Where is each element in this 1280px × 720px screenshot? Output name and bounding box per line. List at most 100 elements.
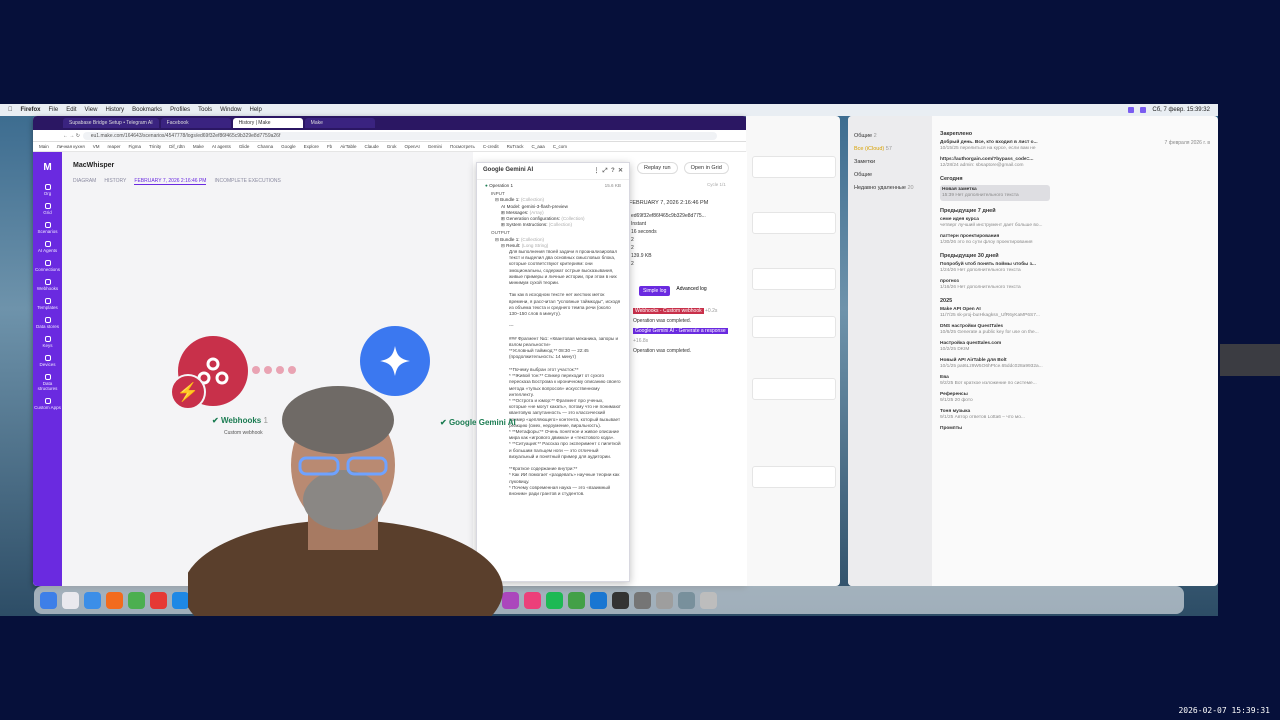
pinned-header: Закреплено: [940, 131, 973, 137]
folder-item[interactable]: Недавно удаленные 20: [854, 182, 926, 195]
bookmark-item[interactable]: Fb: [327, 144, 332, 149]
note-item[interactable]: семе идея курса четверг лучший инструмент…: [940, 217, 1050, 229]
bookmark-item[interactable]: Trinity: [149, 144, 161, 149]
bookmark-item[interactable]: Gemini: [428, 144, 442, 149]
list-item[interactable]: [752, 212, 836, 234]
browser-tab[interactable]: Make: [304, 118, 375, 128]
menu-edit[interactable]: Edit: [66, 107, 76, 113]
status-icon[interactable]: [1140, 107, 1147, 113]
replay-run-button[interactable]: Replay run: [637, 162, 678, 174]
bookmark-item[interactable]: Посмотреть: [450, 144, 475, 149]
dock-app-icon[interactable]: [106, 591, 123, 609]
list-item[interactable]: [752, 156, 836, 178]
dock-app-icon[interactable]: [700, 591, 717, 609]
note-date: 7 февраля 2026 г. в: [1164, 140, 1210, 146]
bookmark-item[interactable]: Main: [39, 144, 49, 149]
note-item[interactable]: Тоня музыка 9/1/25 Автор ответов Lotta6 –…: [940, 409, 1050, 421]
bookmark-item[interactable]: reaper: [107, 144, 120, 149]
bookmark-item[interactable]: Личная кухня: [57, 144, 85, 149]
list-item[interactable]: [752, 316, 836, 338]
note-item[interactable]: Новая заметка 15:39 Нет дополнительного т…: [940, 185, 1050, 201]
help-icon[interactable]: ?: [611, 168, 615, 174]
simple-log-button[interactable]: Simple log: [639, 286, 671, 296]
bookmark-item[interactable]: AI agents: [212, 144, 231, 149]
bookmark-item[interactable]: VM: [93, 144, 100, 149]
dock-app-icon[interactable]: [128, 591, 145, 609]
folder-item[interactable]: Общие 2: [854, 130, 926, 143]
dock-app-icon[interactable]: [546, 591, 563, 609]
menu-bookmarks[interactable]: Bookmarks: [132, 107, 162, 113]
folder-item[interactable]: Все (iCloud) 57: [854, 143, 926, 156]
note-item[interactable]: Промпты: [940, 426, 1050, 432]
bookmark-item[interactable]: AirTable: [340, 144, 356, 149]
address-input[interactable]: eu1.make.com/164643/scenarios/4547778/lo…: [82, 131, 717, 140]
menubar-app[interactable]: Firefox: [21, 107, 41, 113]
bookmark-item[interactable]: Grok: [387, 144, 397, 149]
browser-tab-active[interactable]: History | Make: [232, 118, 303, 128]
browser-tab[interactable]: Facebook: [160, 118, 231, 128]
dock-app-icon[interactable]: [656, 591, 673, 609]
system-instructions-field[interactable]: ⊞ System Instructions: (Collection): [485, 222, 621, 228]
open-in-grid-button[interactable]: Open in Grid: [683, 162, 729, 174]
more-icon[interactable]: ⋮: [593, 168, 599, 174]
bookmark-item[interactable]: C_aaa: [531, 144, 544, 149]
menu-help[interactable]: Help: [250, 107, 262, 113]
bookmark-item[interactable]: Channa: [257, 144, 273, 149]
bookmark-item[interactable]: Google: [281, 144, 296, 149]
list-item[interactable]: [752, 466, 836, 488]
dock-app-icon[interactable]: [634, 591, 651, 609]
dock-app-icon[interactable]: [612, 591, 629, 609]
note-item[interactable]: Добрый день. Все, кто входил в лист о...…: [940, 140, 1050, 152]
bookmark-item[interactable]: Dif_rdtn: [169, 144, 185, 149]
log-time: +16.8s: [633, 338, 649, 344]
bookmark-item[interactable]: Glide: [239, 144, 250, 149]
dock-app-icon[interactable]: [150, 591, 167, 609]
advanced-log-button[interactable]: Advanced log: [676, 286, 706, 296]
note-item[interactable]: https://authorgain.com/?bypass_code=... 1…: [940, 157, 1050, 169]
reload-icon[interactable]: ↻: [76, 133, 83, 139]
apple-icon[interactable]: : [8, 107, 13, 113]
menubar-clock[interactable]: Сб, 7 февр. 15:39:32: [1152, 107, 1210, 113]
menu-tools[interactable]: Tools: [198, 107, 212, 113]
menu-window[interactable]: Window: [220, 107, 241, 113]
meta-duration: 16 seconds: [631, 229, 657, 235]
dock-app-icon[interactable]: [62, 591, 79, 609]
note-item[interactable]: Make API Open AI 11/7/25 sk-proj-buIHkagk…: [940, 307, 1050, 319]
folder-item[interactable]: Заметки: [854, 156, 926, 169]
note-item[interactable]: Ева 9/2/25 Вот краткое изложение по систе…: [940, 375, 1050, 387]
bookmark-item[interactable]: Make: [193, 144, 204, 149]
dock-app-icon[interactable]: [568, 591, 585, 609]
dock-app-icon[interactable]: [172, 591, 189, 609]
note-item[interactable]: Попробуй чтоб понять поймы чтобы з... 1/2…: [940, 262, 1050, 274]
dock-app-icon[interactable]: [678, 591, 695, 609]
dock-app-icon[interactable]: [84, 591, 101, 609]
bookmark-item[interactable]: Explore: [304, 144, 319, 149]
menu-history[interactable]: History: [105, 107, 124, 113]
operation-row[interactable]: ● Operation 1 15.6 KB: [485, 183, 621, 189]
bookmark-item[interactable]: Figma: [128, 144, 141, 149]
menu-profiles[interactable]: Profiles: [170, 107, 190, 113]
bookmark-item[interactable]: RuTrack: [507, 144, 524, 149]
bookmark-item[interactable]: C_com: [553, 144, 567, 149]
bookmark-item[interactable]: OpenAI: [405, 144, 420, 149]
expand-icon[interactable]: ⤢: [603, 168, 608, 174]
note-item[interactable]: Настройка questtales.com 10/2/25 DKIM: [940, 341, 1050, 353]
list-item[interactable]: [752, 268, 836, 290]
dock-app-icon[interactable]: [40, 591, 57, 609]
dock-app-icon[interactable]: [590, 591, 607, 609]
note-item[interactable]: DNS настройки QuestTales 10/6/25 Generate…: [940, 324, 1050, 336]
bookmark-item[interactable]: C-credit: [483, 144, 499, 149]
list-item[interactable]: [752, 378, 836, 400]
bookmark-item[interactable]: Claude: [364, 144, 378, 149]
menu-view[interactable]: View: [85, 107, 98, 113]
note-item[interactable]: паттерн проектирования 1/30/26 это по сут…: [940, 234, 1050, 246]
note-item[interactable]: Референсы 9/1/25 20 фото: [940, 392, 1050, 404]
dock-app-icon[interactable]: [524, 591, 541, 609]
menu-file[interactable]: File: [49, 107, 59, 113]
note-item[interactable]: прогноз 1/16/26 Нет дополнительного текст…: [940, 279, 1050, 291]
browser-tab[interactable]: Supabase Bridge Setup • Telegram AI: [63, 118, 159, 128]
folder-item[interactable]: Общие: [854, 169, 926, 182]
status-icon[interactable]: [1128, 107, 1135, 113]
close-icon[interactable]: ✕: [618, 168, 623, 174]
note-item[interactable]: Новый API AirTable для Bolt 10/1/25 pat6L…: [940, 358, 1050, 370]
